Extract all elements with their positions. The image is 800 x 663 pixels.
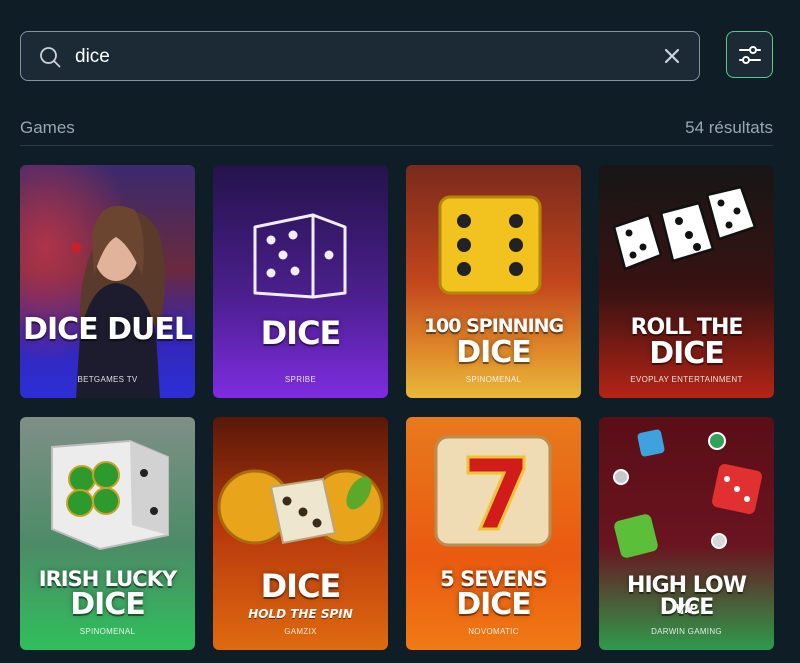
game-provider: NOVOMATIC [468,627,519,636]
game-card-5-sevens-dice[interactable]: 5 SEVENS DICE NOVOMATIC [406,417,581,650]
game-title: DICE [456,587,532,622]
filter-button[interactable] [726,31,773,78]
game-provider: GAMZIX [284,627,317,636]
game-card-roll-the-dice[interactable]: ROLL THE DICE EVOPLAY ENTERTAINMENT [599,165,774,398]
game-card-irish-lucky-dice[interactable]: IRISH LUCKY DICE SPINOMENAL [20,417,195,650]
game-card-100-spinning-dice[interactable]: 100 SPINNING DICE SPINOMENAL [406,165,581,398]
game-card-dice[interactable]: DICE SPRIBE [213,165,388,398]
game-title: DICE [456,335,532,370]
game-title: DICE [260,314,342,352]
search-icon [40,47,61,68]
game-provider: BETGAMES TV [77,375,138,384]
search-input[interactable] [75,42,635,72]
game-title: 100 SPINNING [423,315,564,337]
close-icon[interactable] [663,47,681,65]
game-provider: SPINOMENAL [465,375,522,384]
search-box[interactable] [20,31,700,81]
sliders-icon [739,46,761,64]
game-provider: SPINOMENAL [79,627,136,636]
game-title: DICE [260,567,342,605]
game-thumbnail [213,165,388,398]
game-provider: SPRIBE [284,375,317,384]
game-title: DICE DUEL [23,312,193,347]
game-card-dice-hold-the-spin[interactable]: DICE HOLD THE SPIN GAMZIX [213,417,388,650]
games-section-header: Games 54 résultats [20,116,773,146]
results-count: 54 résultats [685,118,773,137]
game-title: DICE [70,587,146,622]
game-provider: DARWIN GAMING [651,627,722,636]
game-subtitle: HOLD THE SPIN [248,607,353,621]
search-row [20,31,773,81]
game-card-dice-duel[interactable]: DICE DUEL BETGAMES TV [20,165,195,398]
game-subtitle: VIP [675,602,698,616]
game-title: DICE [649,336,725,371]
game-provider: EVOPLAY ENTERTAINMENT [630,375,743,384]
game-thumbnail [20,165,195,398]
section-title: Games [20,118,75,137]
game-card-high-low-dice[interactable]: HIGH LOW DICE VIP DARWIN GAMING [599,417,774,650]
